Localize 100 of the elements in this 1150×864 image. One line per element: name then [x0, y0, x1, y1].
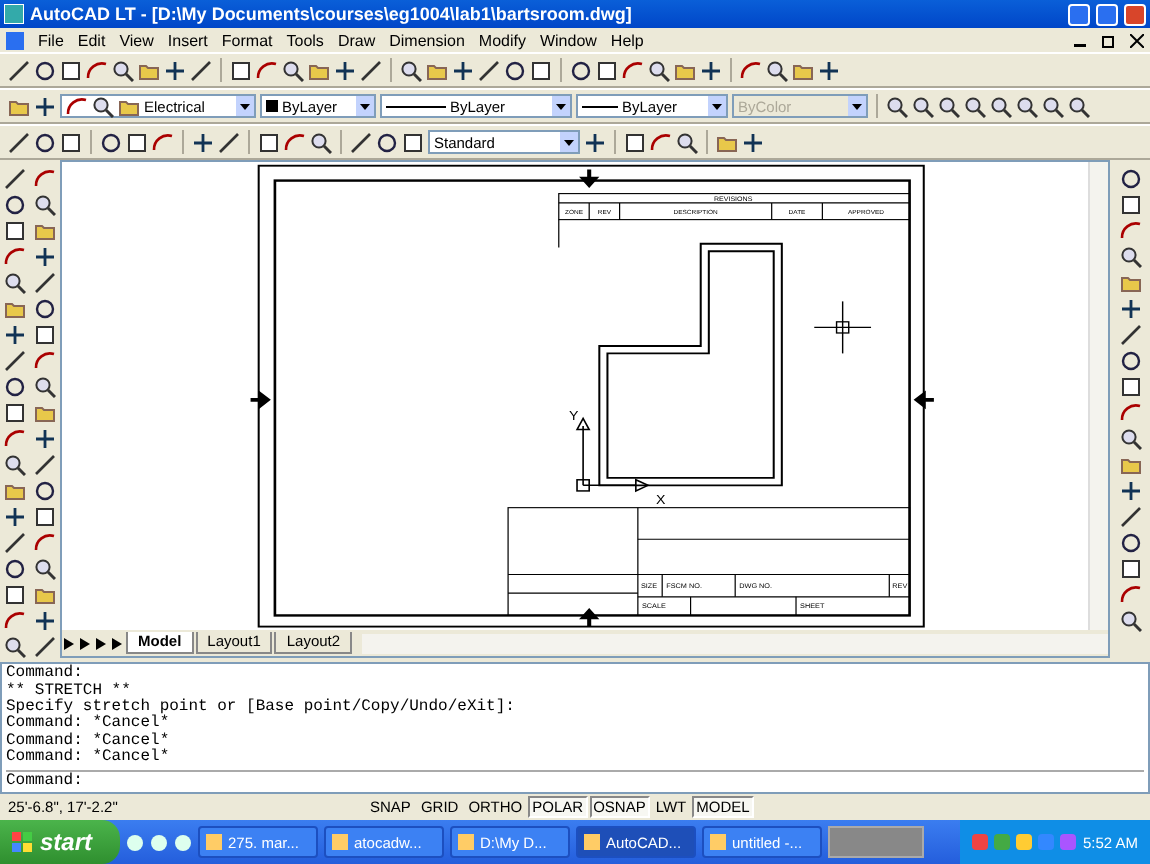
folder-icon[interactable] [426, 59, 448, 81]
arc-icon[interactable] [4, 428, 26, 450]
cross-icon[interactable] [34, 246, 56, 268]
magnifier-icon[interactable] [1042, 95, 1064, 117]
square-icon[interactable] [4, 402, 26, 424]
magnifier-icon[interactable] [912, 95, 934, 117]
line-icon[interactable] [8, 131, 30, 153]
line-icon[interactable] [8, 59, 30, 81]
square-icon[interactable] [34, 324, 56, 346]
menu-item[interactable]: Edit [77, 31, 106, 49]
cross-icon[interactable] [334, 59, 356, 81]
command-prompt[interactable]: Command: [6, 769, 1144, 790]
menu-item[interactable]: Insert [167, 31, 208, 49]
circle-icon[interactable] [504, 59, 526, 81]
magnifier-icon[interactable] [964, 95, 986, 117]
line-icon[interactable] [4, 168, 26, 190]
arc-icon[interactable] [34, 350, 56, 372]
folder-icon[interactable] [716, 131, 738, 153]
line-icon[interactable] [218, 131, 240, 153]
circle-icon[interactable] [4, 558, 26, 580]
circle-icon[interactable] [1119, 350, 1141, 372]
circle-icon[interactable] [570, 59, 592, 81]
menu-item[interactable]: Help [610, 31, 644, 49]
circle-icon[interactable] [34, 59, 56, 81]
menu-item[interactable]: Dimension [389, 31, 465, 49]
arc-icon[interactable] [284, 131, 306, 153]
cross-icon[interactable] [192, 131, 214, 153]
circle-icon[interactable] [100, 131, 122, 153]
cross-icon[interactable] [818, 59, 840, 81]
line-icon[interactable] [360, 59, 382, 81]
cross-icon[interactable] [700, 59, 722, 81]
magnifier-icon[interactable] [1119, 428, 1141, 450]
line-icon[interactable] [4, 350, 26, 372]
document-icon[interactable] [6, 31, 24, 49]
square-icon[interactable] [4, 584, 26, 606]
line-icon[interactable] [34, 636, 56, 658]
arc-icon[interactable] [4, 610, 26, 632]
cross-icon[interactable] [4, 506, 26, 528]
square-icon[interactable] [1119, 376, 1141, 398]
magnifier-icon[interactable] [4, 454, 26, 476]
circle-icon[interactable] [4, 194, 26, 216]
magnifier-icon[interactable] [92, 95, 114, 117]
line-icon[interactable] [4, 532, 26, 554]
square-icon[interactable] [258, 131, 280, 153]
magnifier-icon[interactable] [112, 59, 134, 81]
horizontal-scrollbar[interactable] [362, 633, 1108, 654]
folder-icon[interactable] [1119, 272, 1141, 294]
menu-item[interactable]: Window [539, 31, 597, 49]
magnifier-icon[interactable] [676, 131, 698, 153]
minimize-button[interactable] [1068, 3, 1090, 25]
vertical-scrollbar[interactable] [1088, 162, 1108, 631]
line-icon[interactable] [34, 272, 56, 294]
square-icon[interactable] [530, 59, 552, 81]
menu-item[interactable]: Draw [337, 31, 376, 49]
line-icon[interactable] [1119, 506, 1141, 528]
line-icon[interactable] [190, 59, 212, 81]
magnifier-icon[interactable] [34, 194, 56, 216]
menu-item[interactable]: View [119, 31, 154, 49]
folder-icon[interactable] [8, 95, 30, 117]
magnifier-icon[interactable] [1016, 95, 1038, 117]
line-icon[interactable] [1119, 324, 1141, 346]
cross-icon[interactable] [4, 324, 26, 346]
square-icon[interactable] [126, 131, 148, 153]
close-button[interactable] [1124, 3, 1146, 25]
cross-icon[interactable] [34, 428, 56, 450]
circle-icon[interactable] [34, 131, 56, 153]
square-icon[interactable] [1119, 194, 1141, 216]
magnifier-icon[interactable] [34, 376, 56, 398]
folder-icon[interactable] [792, 59, 814, 81]
arc-icon[interactable] [152, 131, 174, 153]
cross-icon[interactable] [584, 131, 606, 153]
folder-icon[interactable] [34, 402, 56, 424]
magnifier-icon[interactable] [310, 131, 332, 153]
folder-icon[interactable] [118, 95, 140, 117]
square-icon[interactable] [60, 131, 82, 153]
arc-icon[interactable] [86, 59, 108, 81]
arc-icon[interactable] [34, 168, 56, 190]
circle-icon[interactable] [34, 298, 56, 320]
magnifier-icon[interactable] [400, 59, 422, 81]
square-icon[interactable] [1119, 558, 1141, 580]
arc-icon[interactable] [34, 532, 56, 554]
line-icon[interactable] [478, 59, 500, 81]
magnifier-icon[interactable] [766, 59, 788, 81]
magnifier-icon[interactable] [34, 558, 56, 580]
cross-icon[interactable] [452, 59, 474, 81]
square-icon[interactable] [402, 131, 424, 153]
cross-icon[interactable] [34, 610, 56, 632]
magnifier-icon[interactable] [1068, 95, 1090, 117]
close-icon[interactable] [1130, 33, 1144, 47]
square-icon[interactable] [624, 131, 646, 153]
cross-icon[interactable] [1119, 298, 1141, 320]
magnifier-icon[interactable] [938, 95, 960, 117]
cross-icon[interactable] [1119, 480, 1141, 502]
arc-icon[interactable] [650, 131, 672, 153]
arc-icon[interactable] [1119, 584, 1141, 606]
restore-icon[interactable] [1102, 33, 1116, 47]
circle-icon[interactable] [1119, 532, 1141, 554]
cross-icon[interactable] [164, 59, 186, 81]
folder-icon[interactable] [138, 59, 160, 81]
arc-icon[interactable] [4, 246, 26, 268]
